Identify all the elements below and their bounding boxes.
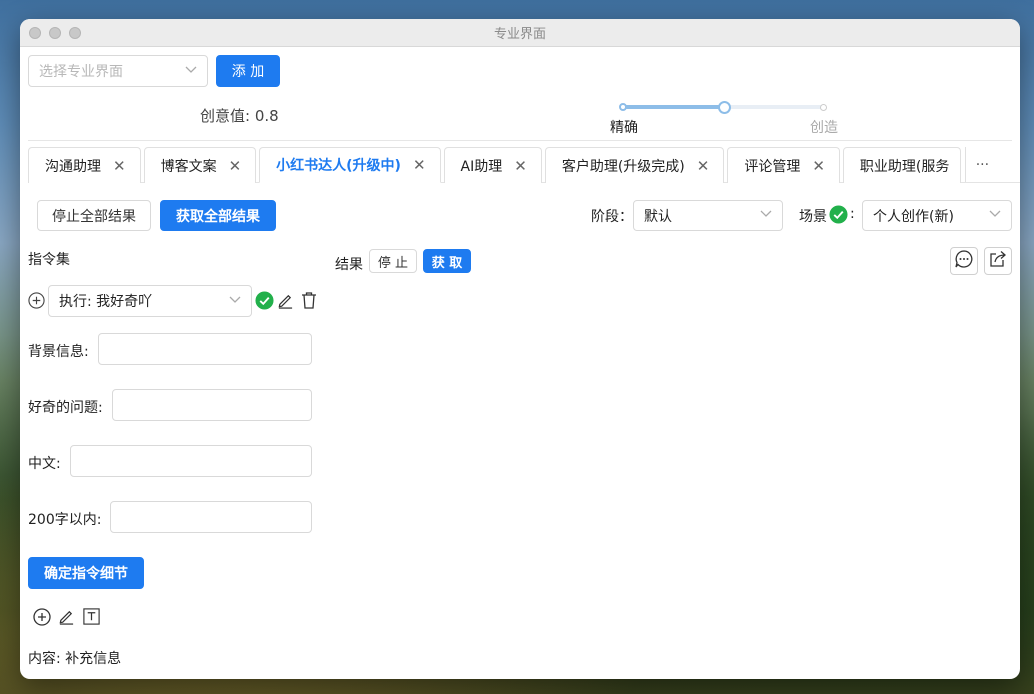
field-label-chinese: 中文: (28, 456, 61, 472)
share-button[interactable] (984, 247, 1012, 275)
tab-comments[interactable]: 评论管理 ✕ (727, 147, 840, 183)
field-label-length: 200字以内: (28, 512, 102, 528)
slider-fill (622, 105, 724, 109)
tab-label: AI助理 (460, 158, 503, 175)
slider-end-dot (820, 104, 827, 111)
trash-icon[interactable] (301, 291, 317, 313)
result-stop-button[interactable]: 停 止 (369, 249, 417, 273)
tab-label: 沟通助理 (45, 158, 101, 175)
tab-label: 客户助理(升级完成) (561, 158, 685, 175)
content-label: 内容: 补充信息 (28, 651, 122, 667)
window-title: 专业界面 (493, 27, 546, 42)
tab-career[interactable]: 职业助理(服务 (842, 147, 961, 183)
close-window-button[interactable] (29, 27, 41, 39)
stage-label: 阶段： (591, 209, 633, 225)
scene-select-value: 个人创作(新) (873, 208, 954, 225)
instruction-set-label: 指令集 (28, 252, 70, 268)
profession-select-placeholder: 选择专业界面 (39, 64, 123, 80)
tab-ai-assistant[interactable]: AI助理 ✕ (443, 147, 542, 183)
tab-bar: 沟通助理 ✕ 博客文案 ✕ 小红书达人(升级中) ✕ AI助理 ✕ 客户助理(升… (28, 147, 1020, 183)
title-bar: 专业界面 (20, 19, 1020, 47)
maximize-window-button[interactable] (69, 27, 81, 39)
chevron-down-icon (760, 210, 772, 221)
get-all-button[interactable]: 获取全部结果 (160, 200, 276, 231)
slider-handle[interactable] (718, 101, 731, 114)
share-icon (988, 249, 1008, 273)
execute-select-value: 执行: 我好奇吖 (59, 294, 153, 310)
background-info-input[interactable] (98, 333, 312, 365)
check-circle-icon (255, 291, 274, 314)
length-limit-input[interactable] (110, 501, 312, 533)
result-label: 结果 (335, 257, 363, 273)
tab-communication[interactable]: 沟通助理 ✕ (28, 147, 141, 183)
window-controls (29, 27, 81, 39)
stage-select[interactable]: 默认 (633, 200, 783, 231)
field-label-background: 背景信息: (28, 344, 89, 360)
field-label-question: 好奇的问题: (28, 400, 103, 416)
chinese-input[interactable] (70, 445, 312, 477)
result-get-button[interactable]: 获 取 (423, 249, 471, 273)
scene-select[interactable]: 个人创作(新) (862, 200, 1012, 231)
divider (28, 140, 1012, 141)
tab-label: 博客文案 (160, 158, 217, 175)
confirm-instruction-button[interactable]: 确定指令细节 (28, 557, 144, 589)
edit-icon[interactable] (277, 292, 294, 313)
chevron-down-icon (229, 296, 241, 307)
check-circle-icon (829, 205, 848, 228)
close-icon[interactable]: ✕ (697, 157, 710, 175)
scene-label: 场景 (799, 209, 827, 225)
close-icon[interactable]: ✕ (812, 157, 825, 175)
execute-select[interactable]: 执行: 我好奇吖 (48, 285, 252, 317)
tab-xiaohongshu[interactable]: 小红书达人(升级中) ✕ (259, 147, 441, 183)
chat-icon (954, 249, 974, 273)
slider-start-dot (619, 103, 627, 111)
plus-circle-icon[interactable] (33, 608, 51, 630)
close-icon[interactable]: ✕ (113, 157, 126, 175)
creativity-label: 创意值: 0.8 (200, 107, 279, 125)
edit-icon[interactable] (58, 608, 75, 629)
tab-label: 职业助理(服务 (859, 158, 950, 175)
text-box-icon[interactable] (82, 607, 101, 630)
curious-question-input[interactable] (112, 389, 312, 421)
tab-customer[interactable]: 客户助理(升级完成) ✕ (544, 147, 725, 183)
close-icon[interactable]: ✕ (514, 157, 527, 175)
scene-colon: : (850, 206, 855, 222)
close-icon[interactable]: ✕ (413, 156, 426, 174)
plus-circle-icon[interactable] (28, 292, 45, 313)
minimize-window-button[interactable] (49, 27, 61, 39)
tab-label: 小红书达人(升级中) (276, 158, 401, 174)
chevron-down-icon (989, 210, 1001, 221)
stage-select-value: 默认 (644, 208, 672, 225)
slider-label-precise: 精确 (610, 120, 638, 136)
close-icon[interactable]: ✕ (229, 157, 242, 175)
more-tabs-button[interactable]: ··· (964, 147, 999, 182)
app-window: 专业界面 选择专业界面 添 加 创意值: 0.8 精确 创造 沟通助理 ✕ 博客… (20, 19, 1020, 679)
add-button[interactable]: 添 加 (216, 55, 280, 87)
chevron-down-icon (185, 66, 197, 77)
tab-blog[interactable]: 博客文案 ✕ (143, 147, 257, 183)
slider-label-creative: 创造 (810, 120, 838, 136)
tab-label: 评论管理 (744, 158, 801, 175)
profession-select[interactable]: 选择专业界面 (28, 55, 208, 87)
stop-all-button[interactable]: 停止全部结果 (37, 200, 151, 231)
chat-button[interactable] (950, 247, 978, 275)
